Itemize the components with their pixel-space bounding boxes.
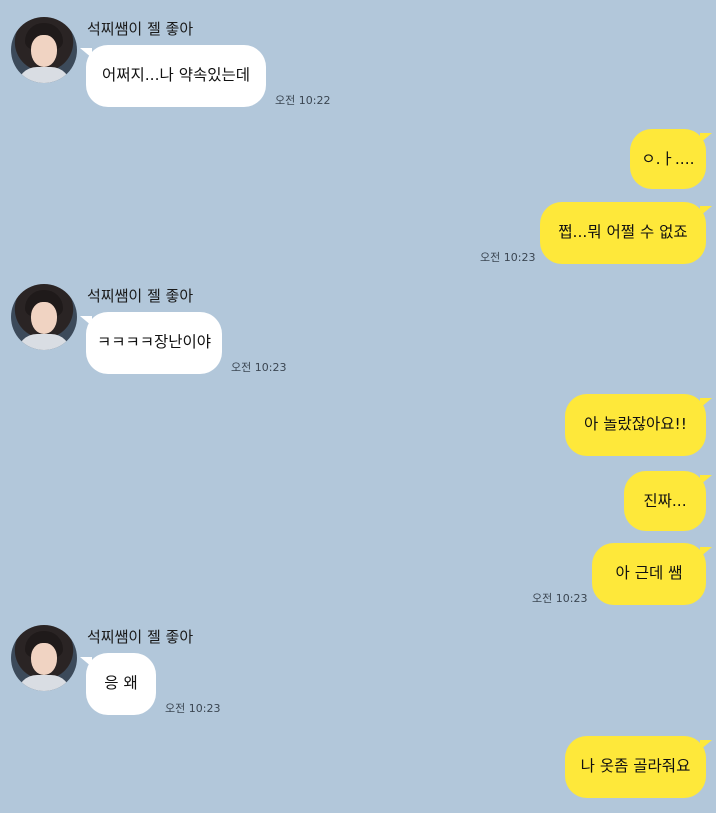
message-bubble-outgoing[interactable]: 아 놀랐잖아요!! xyxy=(565,394,706,456)
message-time: 오전 10:23 xyxy=(231,361,287,374)
message-bubble-outgoing[interactable]: 진짜... xyxy=(624,471,706,531)
message-time: 오전 10:23 xyxy=(532,592,588,605)
message-bubble-incoming[interactable]: 응 왜 xyxy=(86,653,156,715)
message-bubble-outgoing[interactable]: ㅇ.ㅏ.... xyxy=(630,129,706,189)
message-bubble-incoming[interactable]: 어쩌지...나 약속있는데 xyxy=(86,45,266,107)
message-time: 오전 10:23 xyxy=(165,702,221,715)
sender-avatar[interactable] xyxy=(11,625,77,691)
message-time: 오전 10:22 xyxy=(275,94,331,107)
message-time: 오전 10:23 xyxy=(480,251,536,264)
sender-name: 석찌쌤이 젤 좋아 xyxy=(87,287,194,305)
sender-name: 석찌쌤이 젤 좋아 xyxy=(87,20,194,38)
sender-avatar[interactable] xyxy=(11,17,77,83)
message-bubble-outgoing[interactable]: 아 근데 쌤 xyxy=(592,543,706,605)
message-bubble-outgoing[interactable]: 나 옷좀 골라줘요 xyxy=(565,736,706,798)
sender-avatar[interactable] xyxy=(11,284,77,350)
message-bubble-outgoing[interactable]: 쩝...뭐 어쩔 수 없죠 xyxy=(540,202,706,264)
message-bubble-incoming[interactable]: ㅋㅋㅋㅋ장난이야 xyxy=(86,312,222,374)
sender-name: 석찌쌤이 젤 좋아 xyxy=(87,628,194,646)
